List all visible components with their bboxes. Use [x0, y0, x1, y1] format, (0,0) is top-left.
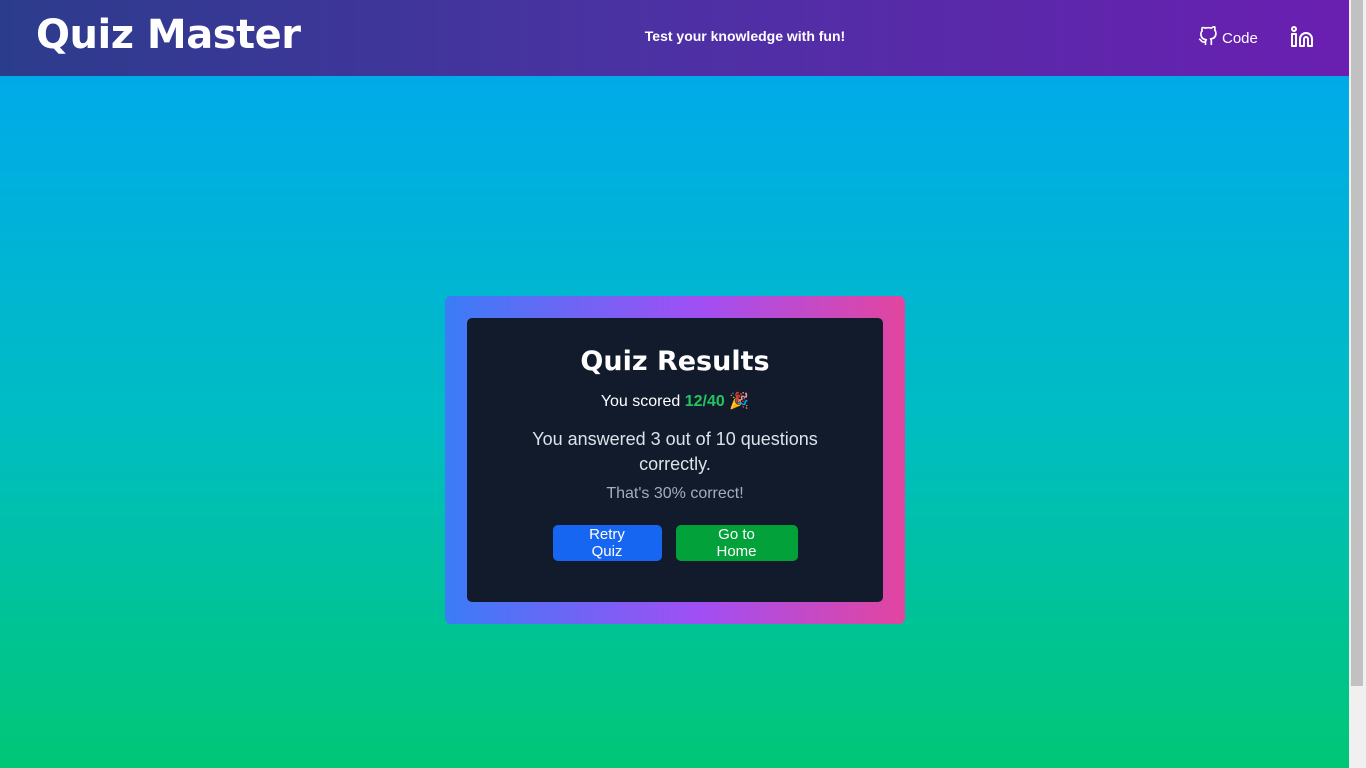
results-title: Quiz Results [580, 346, 770, 377]
percent-correct: That's 30% correct! [606, 485, 744, 502]
results-card-frame: Quiz Results You scored 12/40 🎉 You answ… [445, 296, 905, 624]
score-prefix: You scored [600, 393, 681, 410]
results-card: Quiz Results You scored 12/40 🎉 You answ… [467, 318, 883, 602]
result-actions: Retry Quiz Go to Home [467, 525, 883, 561]
github-icon [1198, 25, 1218, 50]
vertical-scrollbar[interactable] [1349, 0, 1366, 768]
answered-summary: You answered 3 out of 10 questions corre… [532, 429, 818, 474]
retry-quiz-button[interactable]: Retry Quiz [552, 525, 662, 561]
go-home-button[interactable]: Go to Home [675, 525, 798, 561]
code-link-label: Code [1222, 29, 1258, 47]
code-link[interactable]: Code [1198, 25, 1258, 50]
party-popper-icon: 🎉 [729, 393, 750, 410]
linkedin-link[interactable] [1290, 25, 1314, 54]
scrollbar-thumb[interactable] [1351, 0, 1363, 686]
linkedin-icon [1290, 26, 1314, 53]
score-value: 12/40 [684, 393, 725, 410]
top-header: Quiz Master Test your knowledge with fun… [0, 0, 1349, 76]
header-tagline: Test your knowledge with fun! [644, 28, 846, 44]
score-line: You scored 12/40 🎉 [467, 391, 883, 411]
